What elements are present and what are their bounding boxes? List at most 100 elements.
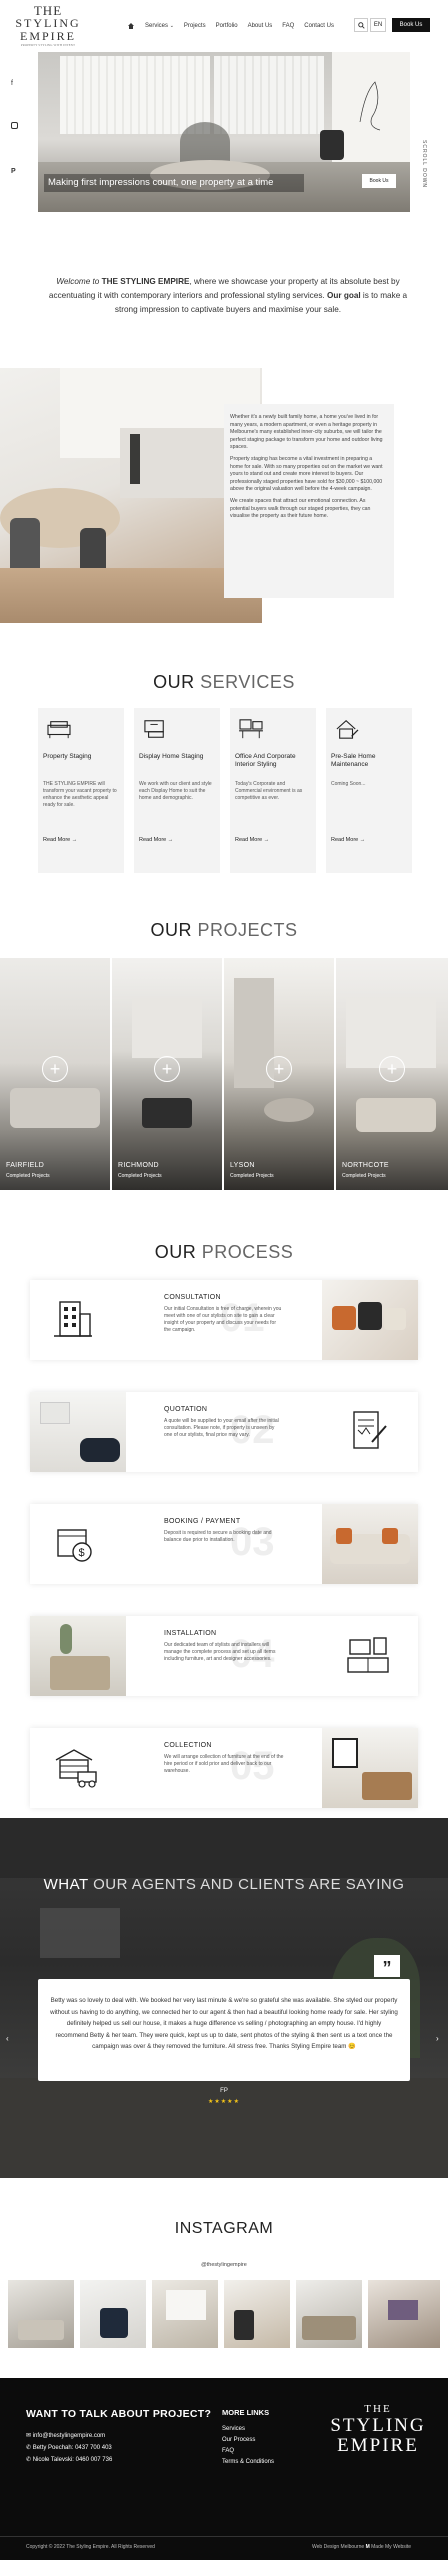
nav-item-about-us[interactable]: About Us xyxy=(243,23,278,29)
nav-item-projects[interactable]: Projects xyxy=(179,23,211,29)
process-title-b: PROCESS xyxy=(201,1242,294,1262)
hero-armchair xyxy=(320,130,344,160)
footer-link-services[interactable]: Services xyxy=(222,2424,274,2435)
project-sub: Completed Projects xyxy=(118,1173,162,1179)
arrow-right-icon: → xyxy=(359,837,366,843)
scroll-down-label[interactable]: SCROLL DOWN xyxy=(421,140,427,188)
footer-logo-styling: STYLING xyxy=(330,2415,426,2436)
plus-icon[interactable]: + xyxy=(379,1056,405,1082)
footer-credit-brand: Made My Website xyxy=(371,2544,412,2550)
hero-window-shade xyxy=(60,56,210,134)
process-title-a: OUR xyxy=(154,1242,197,1262)
service-title: Office And Corporate Interior Styling xyxy=(235,753,296,768)
instagram-icon[interactable] xyxy=(11,122,18,129)
project-card-richmond[interactable]: + RICHMOND Completed Projects xyxy=(112,958,222,1190)
footer-link-faq[interactable]: FAQ xyxy=(222,2446,274,2457)
project-card-northcote[interactable]: + NORTHCOTE Completed Projects xyxy=(336,958,448,1190)
instagram-post[interactable] xyxy=(296,2280,362,2348)
footer-link-terms[interactable]: Terms & Conditions xyxy=(222,2457,274,2468)
plus-icon[interactable]: + xyxy=(42,1056,68,1082)
service-card-presale-maintenance[interactable]: Pre-Sale Home Maintenance Coming Soon...… xyxy=(326,708,412,873)
warehouse-truck-icon xyxy=(55,1749,97,1788)
instagram-post[interactable] xyxy=(80,2280,146,2348)
project-card-lyson[interactable]: + LYSON Completed Projects xyxy=(224,958,334,1190)
quote-icon: ” xyxy=(374,1955,400,1978)
footer-link-process[interactable]: Our Process xyxy=(222,2435,274,2446)
about-paragraph-1: Whether it's a newly built family home, … xyxy=(230,414,383,451)
read-more-label: Read More xyxy=(331,837,359,843)
read-more-link[interactable]: Read More → xyxy=(235,837,311,843)
service-desc: Today's Corporate and Commercial environ… xyxy=(235,781,303,801)
chevron-left-icon[interactable]: ‹ xyxy=(6,2034,9,2043)
booking-image xyxy=(322,1504,418,1584)
footer-logo-the: THE xyxy=(364,2403,392,2415)
header-book-button[interactable]: Book Us xyxy=(392,18,430,32)
footer-logo[interactable]: THE STYLING EMPIRE xyxy=(326,2402,430,2456)
service-card-office-styling[interactable]: Office And Corporate Interior Styling To… xyxy=(230,708,316,873)
hero-lamp xyxy=(180,122,230,162)
phone-icon: ✆ xyxy=(26,2445,32,2451)
language-switch[interactable]: EN xyxy=(370,18,386,32)
plus-icon[interactable]: + xyxy=(266,1056,292,1082)
hero-right-bar xyxy=(410,52,448,212)
project-sub: Completed Projects xyxy=(342,1173,386,1179)
home-icon xyxy=(127,22,135,30)
facebook-icon[interactable]: f xyxy=(11,80,13,87)
footer-links: Services Our Process FAQ Terms & Conditi… xyxy=(222,2424,274,2468)
read-more-link[interactable]: Read More → xyxy=(43,837,119,843)
service-title: Display Home Staging xyxy=(139,753,204,760)
service-title: Pre-Sale Home Maintenance xyxy=(331,753,376,768)
nav-item-contact-us[interactable]: Contact Us xyxy=(299,23,339,29)
project-card-fairfield[interactable]: + FAIRFIELD Completed Projects xyxy=(0,958,110,1190)
arrow-right-icon: → xyxy=(263,837,270,843)
footer-contacts: ✉ info@thestylingempire.com ✆ Betty Poec… xyxy=(26,2430,112,2466)
project-name: RICHMOND xyxy=(118,1162,159,1169)
projects-title-a: OUR xyxy=(150,920,192,940)
instagram-handle[interactable]: @thestylingempire xyxy=(0,2262,448,2268)
step-title: COLLECTION xyxy=(164,1742,212,1749)
footer-credit[interactable]: Web Design Melbourne M Made My Website xyxy=(312,2544,411,2550)
footer-credit-label: Web Design Melbourne xyxy=(312,2544,365,2550)
nav-item-services[interactable]: Services ⌄ xyxy=(140,23,179,29)
site-logo[interactable]: THE STYLING EMPIRE PROPERTY STYLING WITH… xyxy=(8,4,88,48)
testimonials-title-a: WHAT xyxy=(43,1876,89,1893)
instagram-title: INSTAGRAM xyxy=(174,2220,274,2237)
search-button[interactable] xyxy=(354,18,368,32)
chevron-right-icon[interactable]: › xyxy=(436,2034,439,2043)
footer-heading: WANT TO TALK ABOUT PROJECT? xyxy=(26,2408,212,2420)
hero-book-button[interactable]: Book Us xyxy=(362,174,396,188)
step-title: BOOKING / PAYMENT xyxy=(164,1518,241,1525)
project-name: NORTHCOTE xyxy=(342,1162,389,1169)
office-desk-icon xyxy=(239,719,263,739)
instagram-post[interactable] xyxy=(368,2280,440,2348)
calendar-money-icon: $ xyxy=(57,1529,92,1562)
testimonial-author: FP xyxy=(220,2088,228,2094)
project-sub: Completed Projects xyxy=(6,1173,50,1179)
display-home-icon xyxy=(144,720,164,738)
step-desc: Our dedicated team of stylists and insta… xyxy=(164,1642,276,1662)
project-sub: Completed Projects xyxy=(230,1173,274,1179)
plus-icon[interactable]: + xyxy=(154,1056,180,1082)
footer-email-row[interactable]: ✉ info@thestylingempire.com xyxy=(26,2430,112,2442)
pinterest-icon[interactable]: P xyxy=(11,168,16,175)
project-name: LYSON xyxy=(230,1162,255,1169)
service-card-property-staging[interactable]: Property Staging THE STYLING EMPIRE will… xyxy=(38,708,124,873)
read-more-label: Read More xyxy=(235,837,263,843)
instagram-post[interactable] xyxy=(224,2280,290,2348)
service-desc: Coming Soon... xyxy=(331,781,366,787)
nav-home-link[interactable] xyxy=(122,22,140,30)
phone-icon: ✆ xyxy=(26,2457,32,2463)
read-more-link[interactable]: Read More → xyxy=(331,837,407,843)
nav-item-portfolio[interactable]: Portfolio xyxy=(211,23,243,29)
read-more-link[interactable]: Read More → xyxy=(139,837,215,843)
service-card-display-home[interactable]: Display Home Staging We work with our cl… xyxy=(134,708,220,873)
logo-tagline: PROPERTY STYLING WITH INTENT xyxy=(20,43,76,47)
footer-phone-row-1[interactable]: ✆ Betty Poechah: 0437 700 403 xyxy=(26,2442,112,2454)
about-text-card: Whether it's a newly built family home, … xyxy=(224,404,394,598)
footer-phone-row-2[interactable]: ✆ Nicole Talevski: 0460 007 736 xyxy=(26,2454,112,2466)
step-desc: A quote will be supplied to your email a… xyxy=(164,1418,279,1438)
arrow-right-icon: → xyxy=(71,837,78,843)
nav-item-faq[interactable]: FAQ xyxy=(277,23,299,29)
instagram-post[interactable] xyxy=(8,2280,74,2348)
instagram-post[interactable] xyxy=(152,2280,218,2348)
